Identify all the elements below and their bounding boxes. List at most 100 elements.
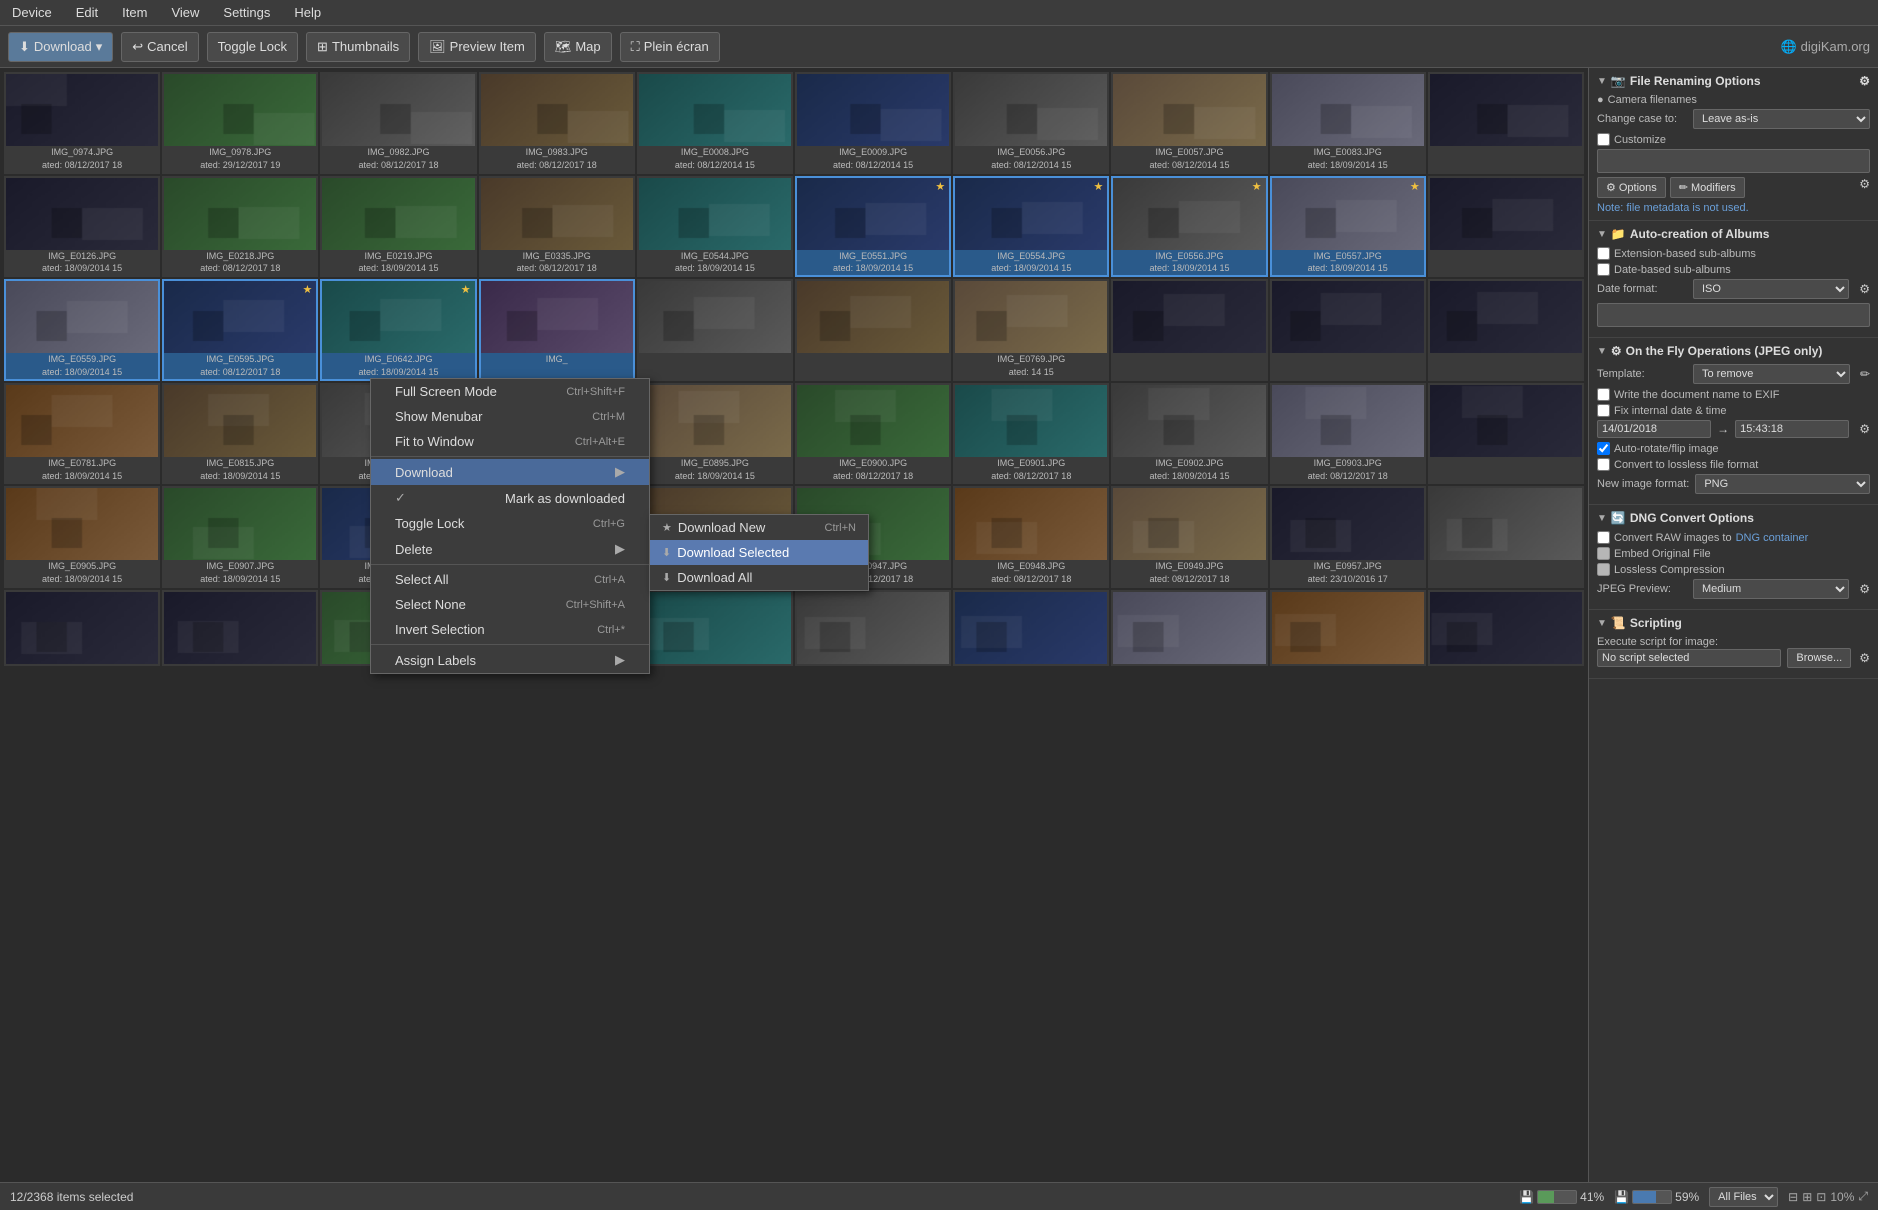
list-item[interactable]: IMG_E0008.JPGated: 08/12/2014 15 [637,72,793,174]
list-item[interactable]: IMG_E0057.JPGated: 08/12/2014 15 [1111,72,1267,174]
list-item[interactable] [795,590,951,666]
list-item[interactable] [1428,383,1584,485]
embed-original-checkbox[interactable] [1597,547,1610,560]
zoom-out-icon[interactable]: ⊟ [1788,1190,1798,1204]
list-item[interactable] [795,279,951,381]
filter-select[interactable]: All Files [1709,1187,1778,1207]
write-doc-name-checkbox[interactable] [1597,388,1610,401]
submenu-download-new[interactable]: ★ Download New Ctrl+N [650,515,868,540]
list-item[interactable]: IMG_E0551.JPGated: 18/09/2014 15 [795,176,951,278]
list-item[interactable]: IMG_E0895.JPGated: 18/09/2014 15 [637,383,793,485]
ctx-invert-selection[interactable]: Invert Selection Ctrl+* [371,617,649,642]
list-item[interactable] [1111,590,1267,666]
ctx-delete[interactable]: Delete ▶ [371,536,649,562]
submenu-download-all[interactable]: ⬇ Download All [650,565,868,590]
jpeg-preview-select[interactable]: Medium [1693,579,1849,599]
modifiers-button[interactable]: ✏ Modifiers [1670,177,1745,198]
customize-checkbox[interactable] [1597,133,1610,146]
list-item[interactable] [1428,72,1584,174]
menu-edit[interactable]: Edit [72,3,102,22]
date-input[interactable] [1597,420,1711,438]
thumbnail-area[interactable]: IMG_0974.JPGated: 08/12/2017 18IMG_0978.… [0,68,1588,1182]
script-input[interactable] [1597,649,1781,667]
options-button[interactable]: ⚙ Options [1597,177,1666,198]
embed-original-row[interactable]: Embed Original File [1597,547,1870,560]
list-item[interactable]: IMG_E0902.JPGated: 18/09/2014 15 [1111,383,1267,485]
dng-container-link[interactable]: DNG container [1736,532,1809,544]
list-item[interactable] [953,590,1109,666]
list-item[interactable] [1428,279,1584,381]
menu-help[interactable]: Help [290,3,325,22]
change-case-select[interactable]: Leave as-is [1693,109,1870,129]
thumbnails-button[interactable]: ⊞ Thumbnails [306,32,410,62]
list-item[interactable]: IMG_E0905.JPGated: 18/09/2014 15 [4,486,160,588]
list-item[interactable]: IMG_E0642.JPGated: 18/09/2014 15 [320,279,476,381]
auto-rotate-row[interactable]: Auto-rotate/flip image [1597,442,1870,455]
cancel-button[interactable]: ↩ Cancel [121,32,198,62]
time-input[interactable] [1735,420,1849,438]
list-item[interactable]: IMG_E0056.JPGated: 08/12/2014 15 [953,72,1109,174]
list-item[interactable]: IMG_E0219.JPGated: 18/09/2014 15 [320,176,476,278]
map-button[interactable]: 🗺 Map [544,32,612,62]
list-item[interactable] [1428,176,1584,278]
list-item[interactable]: IMG_E0335.JPGated: 08/12/2017 18 [479,176,635,278]
list-item[interactable] [637,590,793,666]
fix-internal-date-row[interactable]: Fix internal date & time [1597,404,1870,417]
convert-lossless-checkbox[interactable] [1597,458,1610,471]
menu-item[interactable]: Item [118,3,151,22]
list-item[interactable]: IMG_E0900.JPGated: 08/12/2017 18 [795,383,951,485]
new-image-format-select[interactable]: PNG [1695,474,1870,494]
list-item[interactable]: IMG_E0218.JPGated: 08/12/2017 18 [162,176,318,278]
plein-ecran-button[interactable]: ⛶ Plein écran [620,32,720,62]
extension-based-checkbox[interactable] [1597,247,1610,260]
download-button[interactable]: ⬇ Download ▾ [8,32,113,62]
toggle-lock-button[interactable]: Toggle Lock [207,32,298,62]
ctx-show-menubar[interactable]: Show Menubar Ctrl+M [371,404,649,429]
write-doc-name-row[interactable]: Write the document name to EXIF [1597,388,1870,401]
date-format-select[interactable]: ISO [1693,279,1849,299]
list-item[interactable]: IMG_E0009.JPGated: 08/12/2014 15 [795,72,951,174]
extension-based-row[interactable]: Extension-based sub-albums [1597,247,1870,260]
list-item[interactable]: IMG_E0769.JPGated: 14 15 [953,279,1109,381]
list-item[interactable]: IMG_E0815.JPGated: 18/09/2014 15 [162,383,318,485]
list-item[interactable]: IMG_0978.JPGated: 29/12/2017 19 [162,72,318,174]
convert-lossless-row[interactable]: Convert to lossless file format [1597,458,1870,471]
browse-button[interactable]: Browse... [1787,648,1851,668]
date-based-checkbox[interactable] [1597,263,1610,276]
list-item[interactable] [1111,279,1267,381]
list-item[interactable] [1428,590,1584,666]
list-item[interactable]: IMG_0982.JPGated: 08/12/2017 18 [320,72,476,174]
list-item[interactable] [1270,590,1426,666]
list-item[interactable]: IMG_ [479,279,635,381]
template-select[interactable]: To remove [1693,364,1850,384]
preview-item-button[interactable]: 🖼 Preview Item [418,32,536,62]
lossless-compression-checkbox[interactable] [1597,563,1610,576]
menu-view[interactable]: View [167,3,203,22]
zoom-expand-icon[interactable]: ⤢ [1858,1189,1868,1204]
list-item[interactable]: IMG_E0903.JPGated: 08/12/2017 18 [1270,383,1426,485]
list-item[interactable]: IMG_E0126.JPGated: 18/09/2014 15 [4,176,160,278]
convert-raw-row[interactable]: Convert RAW images to DNG container [1597,531,1870,544]
on-the-fly-header[interactable]: ▼ ⚙ On the Fly Operations (JPEG only) [1597,344,1870,358]
list-item[interactable]: IMG_E0595.JPGated: 08/12/2017 18 [162,279,318,381]
list-item[interactable]: IMG_E0556.JPGated: 18/09/2014 15 [1111,176,1267,278]
list-item[interactable]: IMG_E0948.JPGated: 08/12/2017 18 [953,486,1109,588]
list-item[interactable] [637,279,793,381]
menu-settings[interactable]: Settings [219,3,274,22]
list-item[interactable]: IMG_E0781.JPGated: 18/09/2014 15 [4,383,160,485]
ctx-mark-downloaded[interactable]: ✓ Mark as downloaded [371,485,649,511]
list-item[interactable]: IMG_E0544.JPGated: 18/09/2014 15 [637,176,793,278]
dng-convert-header[interactable]: ▼ 🔄 DNG Convert Options [1597,511,1870,525]
list-item[interactable] [162,590,318,666]
template-edit-icon[interactable]: ✏ [1860,367,1870,381]
list-item[interactable]: IMG_E0907.JPGated: 18/09/2014 15 [162,486,318,588]
ctx-fullscreen[interactable]: Full Screen Mode Ctrl+Shift+F [371,379,649,404]
ctx-toggle-lock[interactable]: Toggle Lock Ctrl+G [371,511,649,536]
auto-rotate-checkbox[interactable] [1597,442,1610,455]
customize-input-area[interactable] [1597,149,1870,173]
ctx-assign-labels[interactable]: Assign Labels ▶ [371,647,649,673]
list-item[interactable]: IMG_E0559.JPGated: 18/09/2014 15 [4,279,160,381]
list-item[interactable] [1428,486,1584,588]
ctx-download[interactable]: Download ▶ ★ Download New Ctrl+N ⬇ Downl… [371,459,649,485]
list-item[interactable]: IMG_E0957.JPGated: 23/10/2016 17 [1270,486,1426,588]
